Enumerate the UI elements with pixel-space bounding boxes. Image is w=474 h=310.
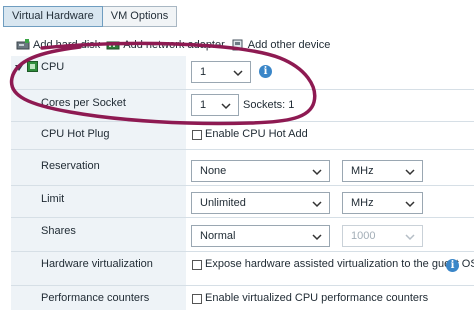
expose-hw-virtualization-checkbox[interactable] <box>192 260 202 270</box>
hardware-virtualization-label: Hardware virtualization <box>41 258 153 270</box>
shares-label: Shares <box>41 225 76 237</box>
info-icon[interactable]: i <box>259 65 272 78</box>
chevron-down-icon <box>405 169 415 176</box>
limit-unit-select[interactable]: MHz <box>342 192 423 214</box>
cpu-property-grid: CPU 1 i Cores per Socket 1 Sockets: 1 CP… <box>11 56 474 310</box>
cpu-performance-counters-checkbox[interactable] <box>192 294 202 304</box>
tab-bar: Virtual Hardware VM Options <box>3 6 178 27</box>
limit-value: Unlimited <box>200 197 246 209</box>
add-other-device-button[interactable]: Add other device <box>231 39 331 51</box>
shares-label-cell <box>11 218 186 252</box>
chevron-down-icon <box>405 201 415 208</box>
add-network-adapter-label: Add network adapter <box>123 39 225 51</box>
reservation-row: Reservation None MHz <box>11 150 474 186</box>
shares-row: Shares Normal 1000 <box>11 218 474 252</box>
chevron-down-icon <box>312 201 322 208</box>
add-network-adapter-button[interactable]: Add network adapter <box>106 39 225 51</box>
chevron-down-icon <box>221 103 231 110</box>
shares-number-value: 1000 <box>351 230 376 242</box>
shares-value: Normal <box>200 230 236 242</box>
expand-triangle-icon[interactable] <box>15 64 23 72</box>
tab-vm-options[interactable]: VM Options <box>102 6 178 27</box>
reservation-value: None <box>200 165 227 177</box>
cpu-hot-plug-label: CPU Hot Plug <box>41 128 110 140</box>
limit-label: Limit <box>41 193 65 205</box>
reservation-unit-value: MHz <box>351 165 374 177</box>
cores-per-socket-select[interactable]: 1 <box>191 94 239 116</box>
expose-hw-virtualization-label: Expose hardware assisted virtualization … <box>205 258 474 270</box>
reservation-unit-select[interactable]: MHz <box>342 160 423 182</box>
performance-counters-label: Performance counters <box>41 292 150 304</box>
cpu-label: CPU <box>41 61 65 73</box>
sockets-readout: Sockets: 1 <box>243 99 295 111</box>
hardware-virtualization-row: Hardware virtualization Expose hardware … <box>11 252 474 286</box>
limit-select[interactable]: Unlimited <box>191 192 330 214</box>
chevron-down-icon <box>405 234 415 241</box>
cpu-chip-icon <box>27 61 38 72</box>
cores-per-socket-label: Cores per Socket <box>41 97 126 109</box>
reservation-select[interactable]: None <box>191 160 330 182</box>
cores-per-socket-row: Cores per Socket 1 Sockets: 1 <box>11 90 474 122</box>
info-icon[interactable]: i <box>446 259 459 272</box>
cores-per-socket-value: 1 <box>200 99 207 111</box>
performance-counters-row: Performance counters Enable virtualized … <box>11 286 474 310</box>
chevron-down-icon <box>312 169 322 176</box>
device-icon <box>232 39 243 51</box>
cpu-row: CPU 1 i <box>11 56 474 90</box>
shares-number-select: 1000 <box>342 225 423 247</box>
add-hard-disk-button[interactable]: Add hard disk <box>16 39 100 51</box>
cpu-hot-add-checkbox[interactable] <box>192 130 202 140</box>
shares-select[interactable]: Normal <box>191 225 330 247</box>
reservation-label: Reservation <box>41 160 100 172</box>
network-adapter-icon <box>106 41 120 50</box>
cpu-hot-plug-row: CPU Hot Plug Enable CPU Hot Add <box>11 122 474 150</box>
add-hard-disk-label: Add hard disk <box>33 39 101 51</box>
device-toolbar: Add hard disk Add network adapter Add ot… <box>16 38 336 52</box>
chevron-down-icon <box>312 234 322 241</box>
cpu-performance-counters-label: Enable virtualized CPU performance count… <box>205 292 429 304</box>
hard-disk-icon <box>16 39 30 50</box>
add-other-device-label: Add other device <box>247 39 331 51</box>
cpu-hot-add-label: Enable CPU Hot Add <box>205 128 308 140</box>
tab-virtual-hardware[interactable]: Virtual Hardware <box>3 6 103 27</box>
cpu-count-select[interactable]: 1 <box>191 61 251 83</box>
chevron-down-icon <box>233 70 243 77</box>
limit-row: Limit Unlimited MHz <box>11 186 474 218</box>
limit-label-cell <box>11 186 186 218</box>
limit-unit-value: MHz <box>351 197 374 209</box>
cpu-count-value: 1 <box>200 66 207 78</box>
